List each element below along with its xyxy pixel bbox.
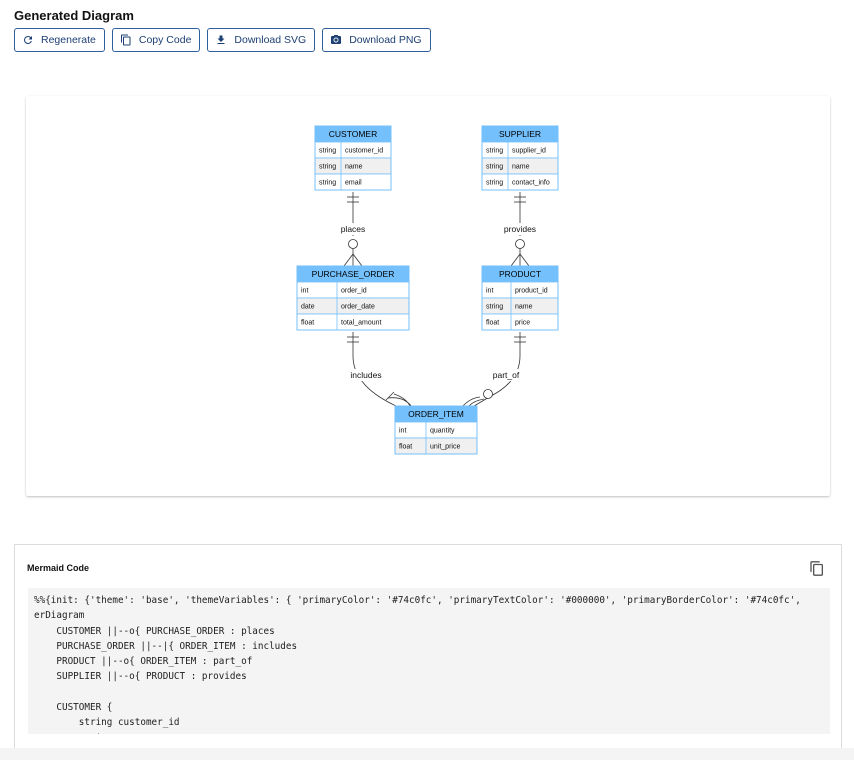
- attribute-name: total_amount: [341, 320, 382, 327]
- download-svg-label: Download SVG: [234, 34, 307, 46]
- attribute-type: float: [399, 444, 412, 451]
- toolbar: Regenerate Copy Code Download SVG Downlo…: [14, 28, 431, 52]
- attribute-name: quantity: [430, 428, 455, 435]
- regenerate-button[interactable]: Regenerate: [14, 28, 105, 52]
- diagram-panel: places provides includes part_of CUSTOME…: [26, 96, 830, 496]
- attribute-type: int: [486, 288, 493, 295]
- entity-title: SUPPLIER: [499, 129, 541, 139]
- entity-title: PURCHASE_ORDER: [312, 269, 395, 279]
- refresh-icon: [22, 34, 34, 46]
- download-svg-button[interactable]: Download SVG: [207, 28, 316, 52]
- copy-code-button[interactable]: Copy Code: [111, 28, 201, 52]
- attribute-type: date: [301, 304, 315, 311]
- attribute-type: int: [399, 428, 406, 435]
- entity-title: PRODUCT: [499, 269, 541, 279]
- relationship-label-includes: includes: [350, 370, 381, 380]
- camera-icon: [330, 34, 342, 46]
- er-diagram: places provides includes part_of CUSTOME…: [296, 125, 559, 455]
- relationship-label-part-of: part_of: [493, 370, 520, 380]
- attribute-type: string: [319, 148, 336, 155]
- attribute-name: email: [345, 180, 362, 187]
- entity-product: PRODUCT int product_idstring name float price: [481, 265, 559, 331]
- relationship-label-provides: provides: [504, 224, 536, 234]
- entity-title: CUSTOMER: [329, 129, 378, 139]
- entity-supplier: SUPPLIERstring supplier_idstring namestrin…: [481, 125, 559, 191]
- attribute-type: string: [319, 164, 336, 171]
- code-line: SUPPLIER ||--o{ PRODUCT : provides: [34, 671, 247, 683]
- attribute-name: supplier_id: [512, 148, 546, 155]
- download-png-button[interactable]: Download PNG: [322, 28, 431, 52]
- regenerate-label: Regenerate: [41, 34, 96, 46]
- attribute-name: customer_id: [345, 148, 383, 155]
- code-line: PRODUCT ||--o{ ORDER_ITEM : part_of: [34, 656, 253, 668]
- attribute-type: int: [301, 288, 308, 295]
- attribute-type: float: [301, 320, 314, 327]
- attribute-name: unit_price: [430, 444, 460, 451]
- code-panel-title: Mermaid Code: [27, 563, 90, 573]
- page-title: Generated Diagram: [14, 8, 134, 23]
- code-line: string customer_id: [34, 717, 180, 729]
- download-icon: [215, 34, 227, 46]
- code-line: PURCHASE_ORDER ||--|{ ORDER_ITEM : inclu…: [34, 640, 298, 652]
- copy-icon: [120, 34, 132, 46]
- attribute-type: string: [486, 164, 503, 171]
- attribute-name: name: [345, 164, 363, 171]
- attribute-name: order_id: [341, 288, 367, 295]
- edge-provides-zero-mark: [515, 239, 525, 249]
- attribute-name: price: [515, 320, 530, 327]
- attribute-name: name: [515, 304, 533, 311]
- attribute-name: contact_info: [512, 180, 550, 187]
- code-line: string name: [34, 733, 141, 734]
- copy-code-icon[interactable]: [809, 560, 825, 577]
- download-png-label: Download PNG: [349, 34, 422, 46]
- entity-purchase-order: PURCHASE_ORDERint order_iddate order_datef…: [296, 265, 410, 331]
- code-panel: Mermaid Code %%{init: {'theme': 'base', …: [14, 544, 842, 754]
- attribute-type: string: [486, 148, 503, 155]
- attribute-type: string: [486, 180, 503, 187]
- entity-title: ORDER_ITEM: [408, 409, 464, 419]
- bottom-scroll-strip: [0, 748, 854, 760]
- edge-part-of-zero-mark: [483, 389, 493, 399]
- mermaid-code-text: %%{init: {'theme': 'base', 'themeVariabl…: [34, 593, 824, 734]
- attribute-type: string: [486, 304, 503, 311]
- relationship-label-places: places: [341, 224, 366, 234]
- code-line: %%{init: {'theme': 'base', 'themeVariabl…: [34, 595, 801, 606]
- code-block: %%{init: {'theme': 'base', 'themeVariabl…: [28, 588, 830, 734]
- code-line: erDiagram: [34, 610, 85, 622]
- code-line: CUSTOMER ||--o{ PURCHASE_ORDER : places: [34, 625, 275, 637]
- edge-includes-many-mark: [385, 391, 395, 401]
- attribute-type: float: [486, 320, 499, 327]
- edge-includes-crow-foot: [387, 393, 413, 408]
- code-line: CUSTOMER {: [34, 702, 113, 714]
- entity-order-item: ORDER_ITEMint quantity float unit_price: [394, 405, 478, 455]
- copy-code-label: Copy Code: [138, 34, 192, 46]
- attribute-name: order_date: [341, 304, 375, 311]
- attribute-name: name: [512, 164, 530, 171]
- attribute-name: product_id: [515, 288, 548, 295]
- attribute-type: string: [319, 180, 336, 187]
- edge-places-zero-mark: [348, 239, 358, 249]
- entity-customer: CUSTOMERstring customer_idstring namestrin…: [314, 125, 392, 191]
